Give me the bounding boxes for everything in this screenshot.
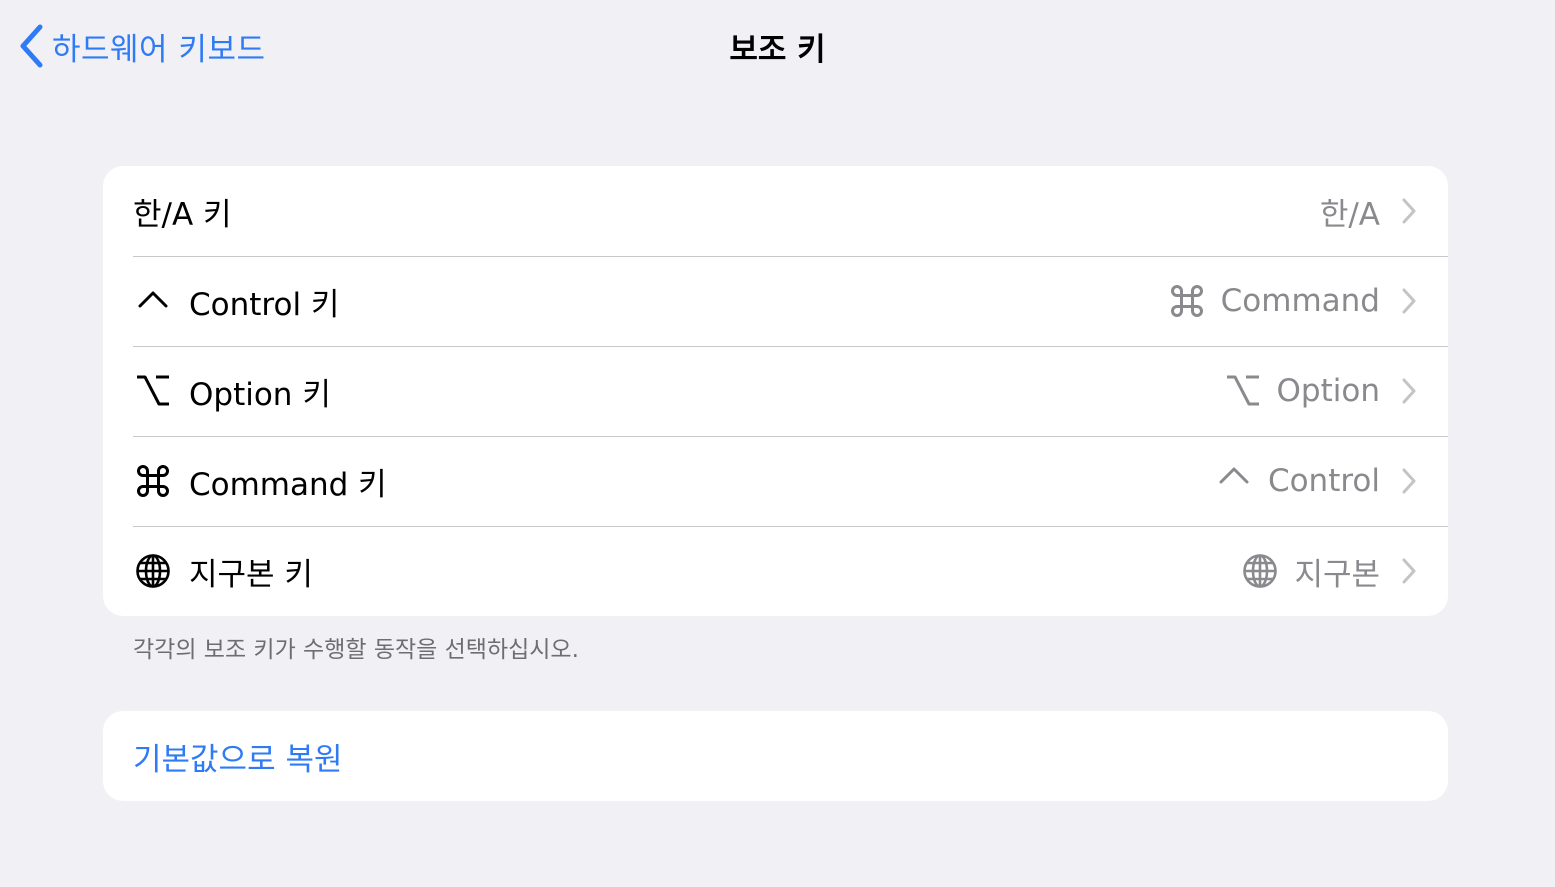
navigation-bar: 하드웨어 키보드 보조 키: [0, 0, 1555, 92]
row-label: Control 키: [189, 286, 340, 323]
row-label: 한/A 키: [133, 196, 232, 233]
modifier-row-control[interactable]: Control 키 Command: [103, 256, 1448, 346]
section-footnote: 각각의 보조 키가 수행할 동작을 선택하십시오.: [133, 637, 579, 663]
row-value: Command: [1220, 283, 1380, 319]
row-label: 지구본 키: [189, 556, 313, 593]
globe-icon: [133, 551, 173, 591]
restore-section: 기본값으로 복원: [103, 711, 1448, 801]
modifier-row-option[interactable]: Option 키 Option: [103, 346, 1448, 436]
chevron-right-icon: [1402, 198, 1416, 224]
modifier-keys-list: 한/A 키 한/A Control 키 Command Option 키 Opt…: [103, 166, 1448, 616]
modifier-row-globe[interactable]: 지구본 키 지구본: [103, 526, 1448, 616]
row-label: Option 키: [189, 376, 331, 413]
option-icon: [1223, 371, 1263, 411]
chevron-right-icon: [1402, 378, 1416, 404]
option-icon: [133, 371, 173, 411]
command-icon: [1167, 281, 1207, 321]
restore-defaults-button[interactable]: 기본값으로 복원: [103, 711, 1448, 801]
modifier-row-command[interactable]: Command 키 Control: [103, 436, 1448, 526]
row-label: Command 키: [189, 466, 387, 503]
row-value: Option: [1276, 373, 1380, 409]
globe-icon: [1240, 551, 1280, 591]
row-value: Control: [1267, 463, 1380, 499]
modifier-row-han-a[interactable]: 한/A 키 한/A: [103, 166, 1448, 256]
chevron-right-icon: [1402, 288, 1416, 314]
control-caret-icon: [1214, 461, 1254, 501]
command-icon: [133, 461, 173, 501]
page-title: 보조 키: [729, 32, 826, 68]
row-value: 한/A: [1319, 196, 1380, 233]
restore-defaults-label: 기본값으로 복원: [133, 741, 343, 778]
chevron-right-icon: [1402, 468, 1416, 494]
control-caret-icon: [133, 281, 173, 321]
row-value: 지구본: [1294, 556, 1380, 593]
chevron-right-icon: [1402, 558, 1416, 584]
